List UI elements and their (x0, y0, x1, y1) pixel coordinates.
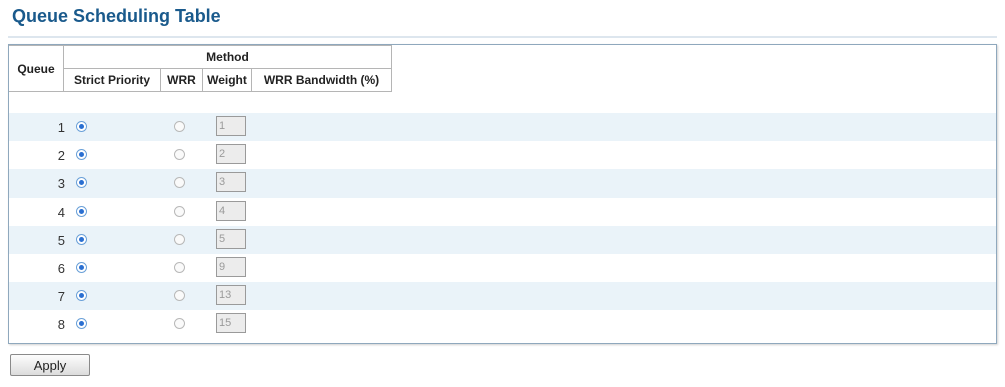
table-body: 1 2 3 4 5 6 7 8 (9, 113, 996, 339)
table-row: 8 (9, 310, 996, 338)
wrr-radio[interactable] (174, 177, 185, 189)
strict-priority-radio[interactable] (76, 233, 87, 245)
column-header-weight: Weight (202, 68, 252, 92)
page-title: Queue Scheduling Table (12, 6, 221, 26)
queue-scheduling-panel: Queue Method Strict Priority WRR Weight … (8, 44, 997, 344)
queue-number: 1 (57, 120, 65, 135)
queue-number: 6 (57, 260, 65, 276)
queue-number: 8 (57, 317, 65, 333)
title-divider (8, 36, 997, 38)
weight-input[interactable] (216, 144, 246, 165)
wrr-radio[interactable] (174, 121, 185, 132)
strict-priority-radio[interactable] (76, 261, 87, 273)
table-row: 3 (9, 169, 996, 198)
wrr-radio[interactable] (174, 233, 185, 245)
weight-input[interactable] (216, 116, 246, 136)
table-row: 6 (9, 254, 996, 282)
column-header-queue: Queue (9, 45, 64, 92)
wrr-radio[interactable] (174, 149, 185, 161)
column-header-strict-priority: Strict Priority (63, 68, 161, 92)
queue-scheduling-table: Queue Method Strict Priority WRR Weight … (9, 45, 392, 92)
table-row: 2 (9, 141, 996, 169)
column-header-method: Method (63, 45, 392, 69)
wrr-radio[interactable] (174, 290, 185, 302)
column-header-wrr: WRR (160, 68, 203, 92)
column-header-wrr-bandwidth: WRR Bandwidth (%) (251, 68, 392, 92)
wrr-radio[interactable] (174, 318, 185, 330)
table-row: 1 (9, 113, 996, 142)
weight-input[interactable] (216, 200, 246, 221)
queue-number: 5 (57, 232, 65, 248)
strict-priority-radio[interactable] (76, 149, 87, 161)
queue-number: 4 (57, 204, 65, 220)
table-row: 5 (9, 225, 996, 254)
queue-number: 7 (57, 289, 65, 305)
wrr-radio[interactable] (174, 205, 185, 217)
weight-input[interactable] (216, 313, 246, 334)
table-row: 7 (9, 282, 996, 311)
wrr-radio[interactable] (174, 261, 185, 273)
weight-input[interactable] (216, 285, 246, 306)
queue-number: 3 (57, 176, 65, 192)
weight-input[interactable] (216, 172, 246, 193)
strict-priority-radio[interactable] (76, 290, 87, 302)
strict-priority-radio[interactable] (76, 318, 87, 330)
weight-input[interactable] (216, 228, 246, 249)
weight-input[interactable] (216, 256, 246, 277)
apply-button[interactable]: Apply (10, 354, 90, 376)
strict-priority-radio[interactable] (76, 121, 87, 132)
table-row: 4 (9, 198, 996, 226)
queue-number: 2 (57, 148, 65, 164)
strict-priority-radio[interactable] (76, 205, 87, 217)
strict-priority-radio[interactable] (76, 177, 87, 189)
